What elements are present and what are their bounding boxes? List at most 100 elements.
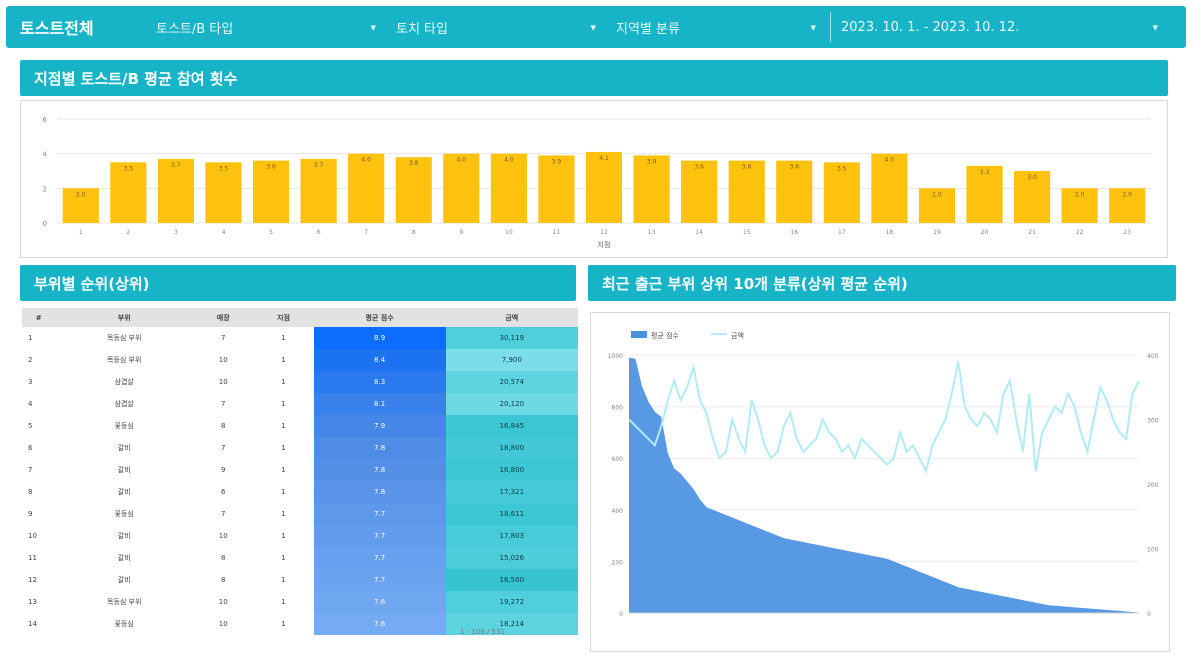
table-pager[interactable]: 1 - 100 / 531 [460, 628, 505, 636]
table-cell: 7.8 [313, 437, 446, 459]
table-cell: 17,803 [445, 525, 578, 547]
table-cell: 목등심 부위 [107, 356, 142, 364]
x-tick-label: 1 [79, 229, 83, 236]
table-row[interactable]: 13 목등심 부위 10 1 7.6 19,272 [22, 591, 578, 613]
table-row[interactable]: 11 갈비 8 1 7.7 15,026 [22, 547, 578, 569]
table-cell: 1 [281, 576, 286, 584]
table-cell: 4 [28, 400, 33, 408]
column-header[interactable]: 금액 [445, 308, 578, 327]
table-cell: 1 [281, 598, 286, 606]
table-cell: 6 [220, 488, 226, 496]
table-cell: 1 [281, 488, 286, 496]
x-tick-label: 21 [1028, 229, 1036, 236]
table-cell: 목등심 부위 [107, 334, 142, 342]
table-cell: 1 [281, 334, 286, 342]
x-tick-label: 8 [412, 229, 416, 236]
y-left-tick-label: 600 [612, 456, 624, 463]
table-cell: 8 [220, 576, 226, 584]
bar [585, 151, 623, 223]
filter-torch-type[interactable]: 토치 타입 ▾ [386, 12, 606, 42]
y-left-tick-label: 1000 [608, 353, 623, 360]
bar-value-label: 3.0 [1027, 174, 1037, 181]
x-tick-label: 3 [174, 229, 178, 236]
column-header[interactable]: 평균 점수 [313, 308, 446, 327]
y-tick-label: 4 [43, 151, 48, 159]
table-cell: 7.9 [313, 415, 446, 437]
table-cell: 갈비 [117, 554, 131, 562]
chevron-down-icon[interactable]: ▾ [590, 21, 596, 34]
x-tick-label: 16 [790, 229, 798, 236]
filter-region[interactable]: 지역별 분류 ▾ [606, 12, 826, 42]
bar-value-label: 2.0 [1122, 191, 1132, 198]
table-cell: 7 [220, 444, 226, 452]
dashboard-title: 토스트전체 [20, 19, 94, 38]
table-row[interactable]: 12 갈비 8 1 7.7 16,500 [22, 569, 578, 591]
table-cell: 16,800 [445, 459, 578, 481]
date-range-label: 2023. 10. 1. - 2023. 10. 12. [841, 19, 1020, 35]
date-range-picker[interactable]: 2023. 10. 1. - 2023. 10. 12. ▾ [830, 12, 1168, 42]
table-cell: 7 [28, 466, 33, 474]
x-tick-label: 4 [222, 229, 226, 236]
bar-value-label: 3.5 [837, 165, 847, 172]
chevron-down-icon[interactable]: ▾ [1152, 21, 1158, 34]
bar-value-label: 3.9 [552, 158, 562, 165]
x-tick-label: 5 [269, 229, 273, 236]
y-right-tick-label: 100 [1147, 547, 1159, 554]
table-row[interactable]: 7 갈비 9 1 7.8 16,800 [22, 459, 578, 481]
legend-swatch-area [631, 331, 647, 338]
table-row[interactable]: 9 꽃등심 7 1 7.7 18,611 [22, 503, 578, 525]
table-cell: 7.7 [313, 547, 446, 569]
y-tick-label: 0 [43, 220, 47, 228]
chevron-down-icon[interactable]: ▾ [810, 21, 816, 34]
y-left-tick-label: 200 [612, 559, 624, 566]
bar [538, 155, 575, 223]
filter-type-b[interactable]: 토스트/B 타입 ▾ [146, 12, 386, 42]
table-cell: 15,026 [445, 547, 578, 569]
area-series [629, 357, 1139, 613]
table-cell: 1 [281, 378, 286, 386]
table-cell: 꽃등심 [114, 620, 134, 628]
table-cell: 20,120 [445, 393, 578, 415]
right-chart-panel: 0 200 400 600 800 1000 0 100 200 300 400 평균 점수 금액 [590, 312, 1170, 652]
table-cell: 8.3 [313, 371, 446, 393]
column-header[interactable]: 부위 [55, 308, 194, 327]
table-cell: 13 [28, 598, 37, 606]
x-tick-label: 17 [838, 229, 846, 236]
x-tick-label: 7 [364, 229, 368, 236]
table-cell: 9 [28, 510, 33, 518]
table-row[interactable]: 1 목등심 부위 7 1 8.9 30,119 [22, 327, 578, 349]
table-row[interactable]: 6 갈비 7 1 7.8 18,800 [22, 437, 578, 459]
x-tick-label: 15 [743, 229, 751, 236]
table-cell: 17,321 [445, 481, 578, 503]
table-cell: 11 [28, 554, 37, 562]
ranking-table: # 부위 매장 지점 평균 점수 금액 1 목등심 부위 7 1 8.9 30,119 2 목등심 부위… [22, 308, 578, 635]
table-cell: 꽃등심 [114, 510, 134, 518]
bar [871, 153, 908, 223]
table-cell: 10 [28, 532, 37, 540]
table-row[interactable]: 8 갈비 6 1 7.8 17,321 [22, 481, 578, 503]
table-cell: 갈비 [117, 466, 131, 474]
table-cell: 1 [28, 334, 33, 342]
chevron-down-icon[interactable]: ▾ [370, 21, 376, 34]
table-cell: 1 [281, 444, 286, 452]
column-header[interactable]: 매장 [193, 308, 254, 327]
column-header[interactable]: # [22, 308, 56, 327]
column-header[interactable]: 지점 [253, 308, 314, 327]
table-row[interactable]: 2 목등심 부위 10 1 8.4 7,900 [22, 349, 578, 371]
table-cell: 갈비 [117, 532, 131, 540]
bar-value-label: 4.1 [599, 155, 609, 162]
table-row[interactable]: 3 삼겹살 10 1 8.3 20,574 [22, 371, 578, 393]
x-tick-label: 11 [553, 229, 561, 236]
x-tick-label: 12 [600, 229, 608, 236]
bar-value-label: 4.0 [361, 157, 371, 164]
table-cell: 7.7 [313, 569, 446, 591]
table-row[interactable]: 4 삼겹살 7 1 8.1 20,120 [22, 393, 578, 415]
table-row[interactable]: 10 갈비 10 1 7.7 17,803 [22, 525, 578, 547]
filter-region-label: 지역별 분류 [616, 21, 680, 37]
table-cell: 갈비 [117, 576, 131, 584]
table-cell: 1 [281, 400, 286, 408]
table-row[interactable]: 5 꽃등심 8 1 7.9 16,845 [22, 415, 578, 437]
filter-type-b-label: 토스트/B 타입 [156, 21, 234, 37]
table-cell: 5 [28, 422, 33, 430]
table-cell: 갈비 [117, 488, 131, 496]
